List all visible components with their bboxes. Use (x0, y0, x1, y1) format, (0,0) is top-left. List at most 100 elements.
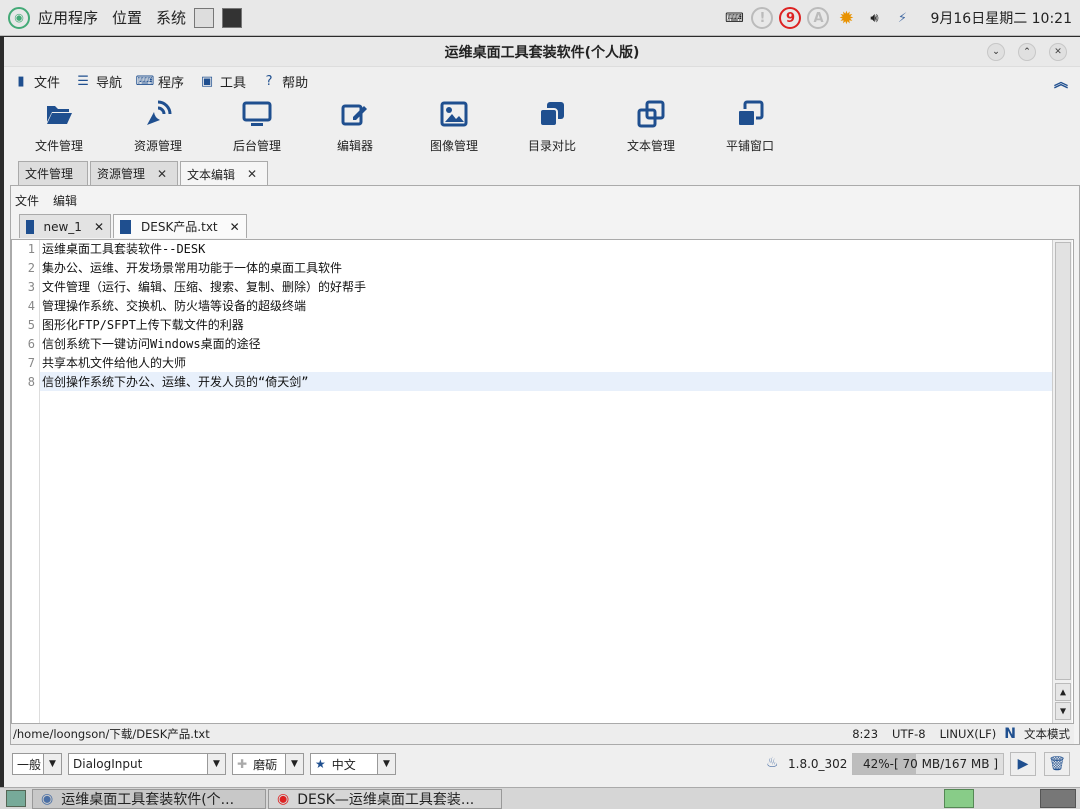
close-tab-icon[interactable]: ✕ (94, 220, 104, 234)
system-logo-icon[interactable]: ◉ (8, 6, 30, 29)
editor-menu-file[interactable]: 文件 (15, 192, 39, 209)
volume-icon[interactable]: 🔊︎ (863, 7, 885, 29)
copy-icon (636, 99, 666, 129)
monitor-icon (242, 99, 272, 129)
menu-file[interactable]: ▮ 文件 (14, 72, 60, 91)
list-icon: ☰ (77, 73, 89, 89)
system-top-bar: ◉ 应用程序 位置 系统 ⌨ ! 9 A ✹ 🔊︎ ⚡︎ 9月16日星期二 10… (0, 0, 1080, 36)
terminal-launcher-icon[interactable] (222, 7, 243, 28)
tab-resource-manager[interactable]: 资源管理 ✕ (90, 161, 178, 185)
menu-help[interactable]: ? 帮助 (262, 72, 308, 91)
encoding-label[interactable]: UTF-8 (892, 727, 926, 741)
tab-desk-product[interactable]: DESK产品.txt ✕ (113, 214, 247, 238)
toolbar-resource-manager[interactable]: 资源管理 (113, 95, 203, 154)
text-editor-launcher-icon[interactable] (194, 7, 215, 28)
text-line[interactable]: 集办公、运维、开发场景常用功能于一体的桌面工具软件 (42, 259, 342, 278)
tab-file-manager[interactable]: 文件管理 (18, 161, 88, 185)
app-window: 运维桌面工具套装软件(个人版) ⌄ ⌃ ✕ ▮ 文件 ☰ 导航 ⌨ 程序 ▣ 工具 ? 帮… (4, 37, 1080, 787)
vertical-scrollbar[interactable]: ▲ ▼ (1052, 240, 1072, 723)
run-gc-button[interactable]: ▶ (1010, 752, 1036, 776)
scroll-up-arrow-icon[interactable]: ▲ (1055, 683, 1071, 701)
java-version: 1.8.0_302 (788, 757, 848, 771)
leaf-icon: ✚ (237, 757, 248, 771)
scrollbar-thumb[interactable] (1055, 242, 1071, 680)
toolbar-file-manager[interactable]: 文件管理 (14, 95, 104, 154)
editor-status-bar: /home/loongson/下载/DESK产品.txt 8:23 UTF-8 … (11, 724, 1074, 744)
edit-icon (340, 99, 370, 129)
tab-new-1[interactable]: new_1 ✕ (19, 214, 111, 238)
text-line[interactable]: 管理操作系统、交换机、防火墙等设备的超级终端 (42, 297, 306, 316)
workspace-switcher[interactable] (1040, 789, 1076, 808)
system-menu[interactable]: 系统 (156, 7, 186, 28)
text-line[interactable]: 运维桌面工具套装软件--DESK (42, 240, 205, 259)
play-icon: ▶ (1017, 756, 1029, 772)
java-icon: ♨ (766, 755, 779, 771)
trash-icon: 🗑︎ (1048, 756, 1066, 772)
editor-menu-edit[interactable]: 编辑 (53, 192, 77, 209)
gear-icon[interactable]: ✹ (835, 7, 857, 29)
line-number: 1 (27, 242, 35, 256)
text-editor-area[interactable]: 1 2 3 4 5 6 7 8 运维桌面工具套装软件--DESK 集办公、运维、… (11, 239, 1074, 724)
theme-select[interactable]: ✚ 磨砺 ▼ (232, 753, 304, 775)
text-mode-icon: N (1004, 726, 1016, 742)
editor-mode-label[interactable]: 文本模式 (1024, 726, 1070, 742)
places-menu[interactable]: 位置 (112, 7, 142, 28)
system-taskbar: ◉ 运维桌面工具套装软件(个... ◉ DESK—运维桌面工具套装... (0, 787, 1080, 809)
minimize-button[interactable]: ⌄ (987, 43, 1005, 61)
toolbar-tile-windows[interactable]: 平铺窗口 (705, 95, 795, 154)
help-icon: ? (265, 73, 273, 89)
input-method-icon[interactable] (944, 789, 974, 808)
window-title: 运维桌面工具套装软件(个人版) (444, 44, 640, 61)
menu-navigate[interactable]: ☰ 导航 (76, 72, 122, 91)
close-tab-icon[interactable]: ✕ (247, 167, 257, 181)
apps-menu[interactable]: 应用程序 (38, 7, 98, 28)
show-desktop-icon[interactable] (6, 790, 26, 807)
menu-program[interactable]: ⌨ 程序 (136, 72, 184, 91)
scroll-down-arrow-icon[interactable]: ▼ (1055, 702, 1071, 720)
line-number: 3 (27, 280, 35, 294)
language-select[interactable]: ★ 中文 ▼ (310, 753, 396, 775)
toolbox-icon: ▣ (200, 73, 214, 89)
satellite-dish-icon (143, 99, 173, 129)
level-select[interactable]: 一般 ▼ (12, 753, 62, 775)
text-line[interactable]: 信创操作系统下办公、运维、开发人员的“倚天剑” (42, 373, 308, 392)
network-icon[interactable]: ⚡︎ (891, 7, 913, 29)
toolbar-directory-compare[interactable]: 目录对比 (507, 95, 597, 154)
toolbar-editor[interactable]: 编辑器 (310, 95, 400, 154)
toolbar-backend-manager[interactable]: 后台管理 (212, 95, 302, 154)
clear-button[interactable]: 🗑︎ (1044, 752, 1070, 776)
info-icon[interactable]: ! (751, 7, 774, 29)
taskbar-item-browser[interactable]: ◉ DESK—运维桌面工具套装... (268, 789, 502, 809)
font-select[interactable]: DialogInput ▼ (68, 753, 226, 775)
close-tab-icon[interactable]: ✕ (157, 167, 167, 181)
menu-bar: ▮ 文件 ☰ 导航 ⌨ 程序 ▣ 工具 ? 帮助 ︽ (4, 68, 1080, 94)
maximize-button[interactable]: ⌃ (1018, 43, 1036, 61)
star-icon: ★ (315, 757, 326, 771)
clock[interactable]: 9月16日星期二 10:21 (930, 8, 1072, 28)
close-button[interactable]: ✕ (1049, 43, 1067, 61)
text-line[interactable]: 文件管理（运行、编辑、压缩、搜索、复制、删除）的好帮手 (42, 278, 366, 297)
toolbar-text-manager[interactable]: 文本管理 (606, 95, 696, 154)
close-tab-icon[interactable]: ✕ (230, 220, 240, 234)
collapse-toolbar-icon[interactable]: ︽ (1054, 72, 1068, 92)
notification-badge[interactable]: 9 (779, 7, 802, 29)
menu-tools[interactable]: ▣ 工具 (200, 72, 246, 91)
text-editor-panel: 文件 编辑 new_1 ✕ DESK产品.txt ✕ 1 2 3 4 5 6 7 8… (10, 185, 1080, 745)
update-icon[interactable]: A (807, 7, 830, 29)
keyboard-icon[interactable]: ⌨ (723, 7, 745, 29)
taskbar-item-desk-app[interactable]: ◉ 运维桌面工具套装软件(个... (32, 789, 266, 809)
tab-text-editor[interactable]: 文本编辑 ✕ (180, 161, 268, 186)
window-titlebar[interactable]: 运维桌面工具套装软件(个人版) ⌄ ⌃ ✕ (4, 37, 1080, 67)
line-ending-label[interactable]: LINUX(LF) (940, 727, 997, 741)
line-number: 2 (27, 261, 35, 275)
line-number: 5 (27, 318, 35, 332)
editor-menu-bar: 文件 编辑 (15, 190, 91, 210)
browser-icon: ◉ (277, 791, 290, 807)
text-line[interactable]: 信创系统下一键访问Windows桌面的途径 (42, 335, 261, 354)
toolbar-image-manager[interactable]: 图像管理 (409, 95, 499, 154)
text-line[interactable]: 共享本机文件给他人的大师 (42, 354, 186, 373)
text-line[interactable]: 图形化FTP/SFPT上传下载文件的利器 (42, 316, 244, 335)
memory-usage-bar[interactable]: 42%-[ 70 MB/167 MB ] (852, 753, 1004, 775)
image-icon (439, 99, 469, 129)
chevron-down-icon: ▼ (43, 754, 61, 774)
